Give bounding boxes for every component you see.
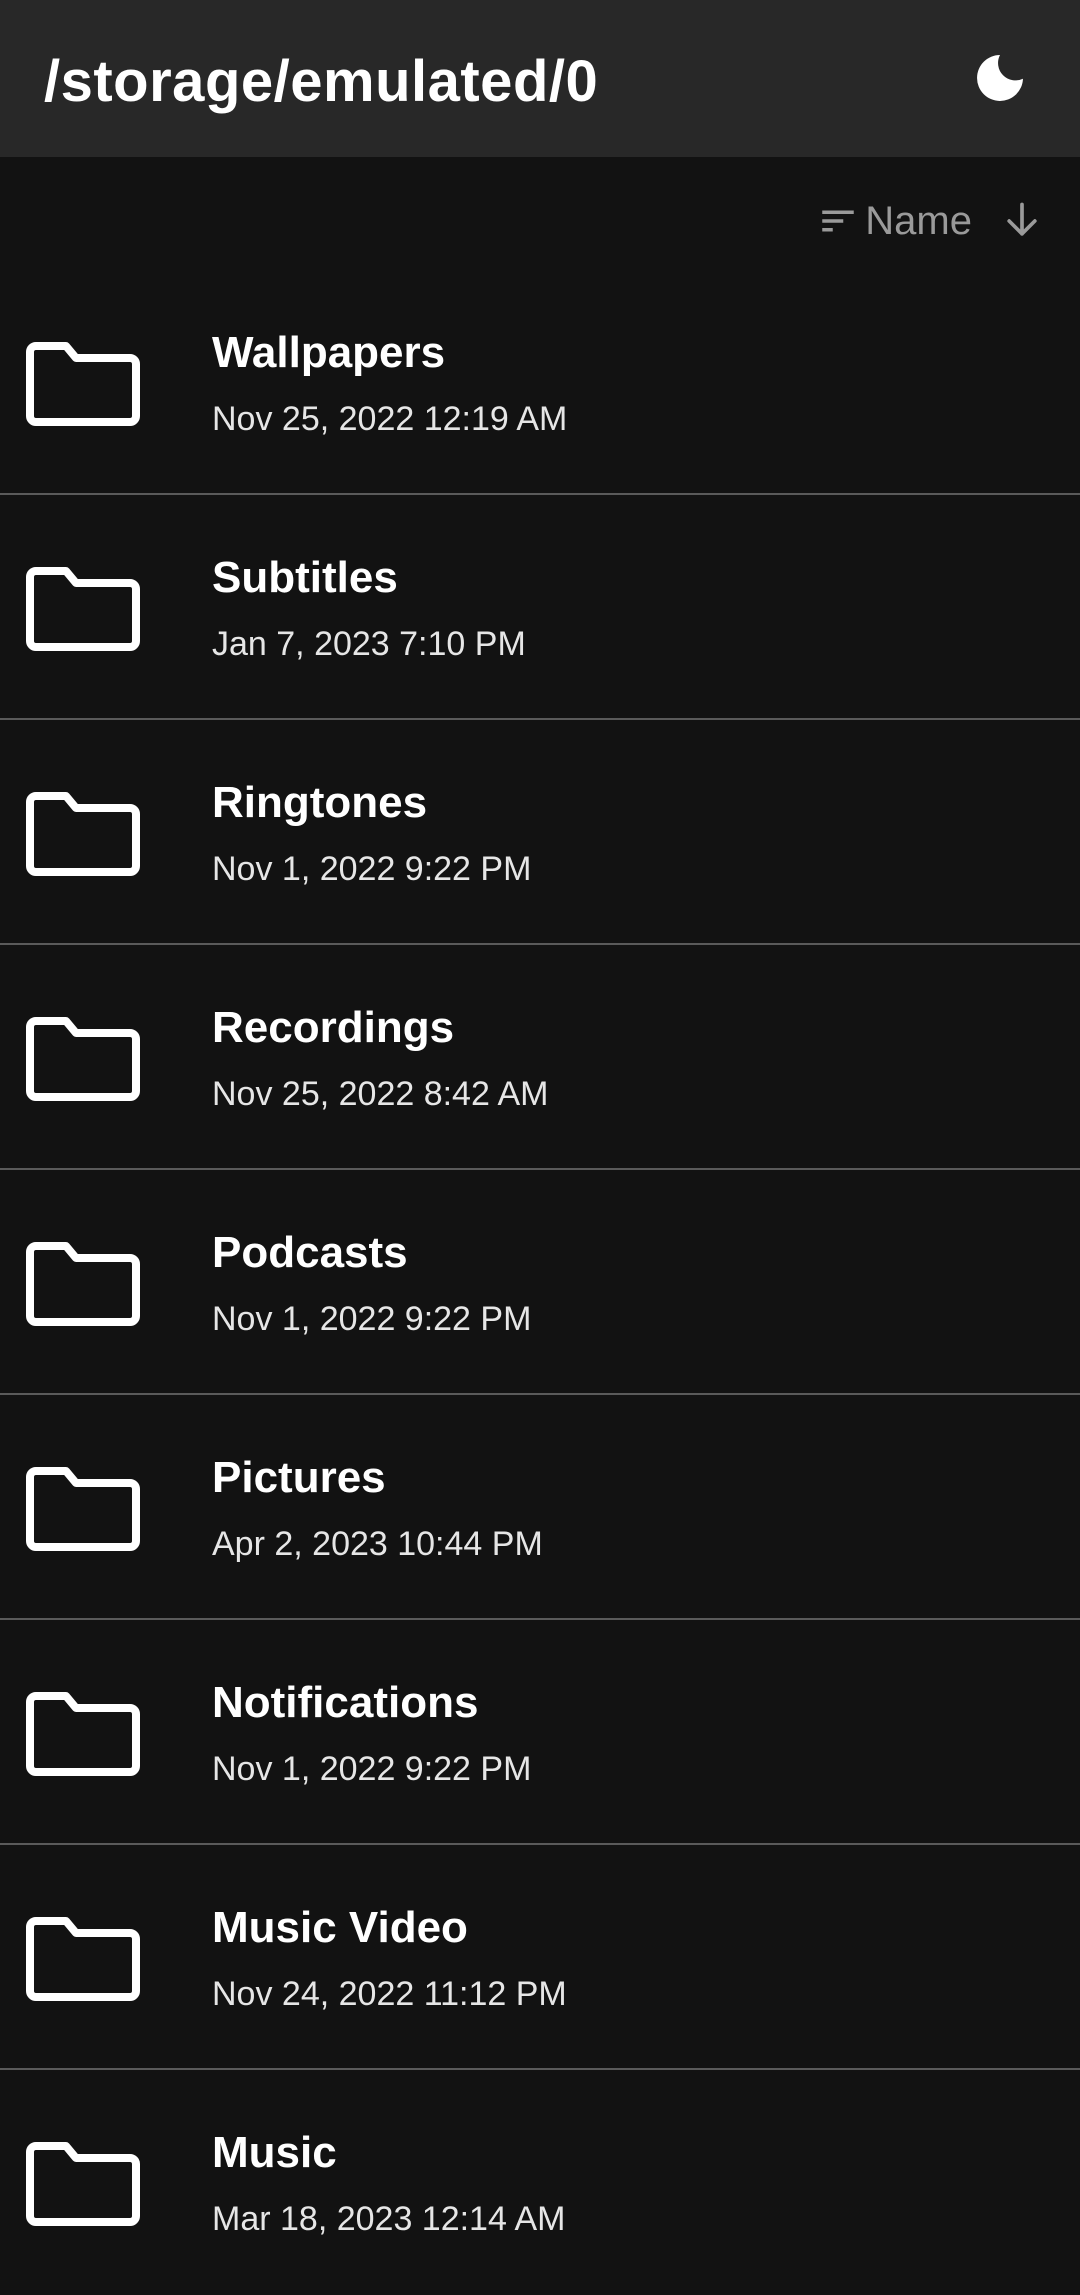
folder-icon bbox=[26, 1017, 140, 1101]
list-item[interactable]: Music Video Nov 24, 2022 11:12 PM bbox=[0, 1845, 1080, 2070]
list-item[interactable]: Music Mar 18, 2023 12:14 AM bbox=[0, 2070, 1080, 2295]
path-title: /storage/emulated/0 bbox=[44, 49, 599, 114]
app-bar: /storage/emulated/0 bbox=[0, 0, 1080, 157]
folder-icon bbox=[26, 342, 140, 426]
sort-label: Name bbox=[865, 198, 972, 243]
item-name: Music Video bbox=[212, 1903, 468, 1952]
list-item[interactable]: Notifications Nov 1, 2022 9:22 PM bbox=[0, 1620, 1080, 1845]
item-date: Nov 1, 2022 9:22 PM bbox=[212, 1750, 532, 1788]
folder-icon bbox=[26, 1692, 140, 1776]
item-date: Nov 25, 2022 8:42 AM bbox=[212, 1075, 549, 1113]
folder-icon bbox=[26, 1242, 140, 1326]
folder-icon bbox=[26, 567, 140, 651]
item-name: Ringtones bbox=[212, 778, 428, 827]
list-item[interactable]: Recordings Nov 25, 2022 8:42 AM bbox=[0, 945, 1080, 1170]
sort-icon bbox=[817, 200, 859, 242]
item-name: Podcasts bbox=[212, 1228, 408, 1277]
item-name: Pictures bbox=[212, 1453, 386, 1502]
list-item[interactable]: Pictures Apr 2, 2023 10:44 PM bbox=[0, 1395, 1080, 1620]
moon-icon bbox=[977, 55, 1023, 101]
item-name: Music bbox=[212, 2128, 337, 2177]
item-name: Subtitles bbox=[212, 553, 398, 602]
list-item[interactable]: Podcasts Nov 1, 2022 9:22 PM bbox=[0, 1170, 1080, 1395]
file-list: Wallpapers Nov 25, 2022 12:19 AM Subtitles… bbox=[0, 270, 1080, 2295]
sort-bar: Name bbox=[0, 157, 1080, 275]
item-name: Notifications bbox=[212, 1678, 479, 1727]
arrow-down-icon[interactable] bbox=[1000, 199, 1044, 243]
item-date: Jan 7, 2023 7:10 PM bbox=[212, 625, 526, 663]
item-date: Nov 1, 2022 9:22 PM bbox=[212, 850, 532, 888]
folder-icon bbox=[26, 2142, 140, 2226]
item-name: Recordings bbox=[212, 1003, 455, 1052]
item-name: Wallpapers bbox=[212, 328, 446, 377]
list-item[interactable]: Wallpapers Nov 25, 2022 12:19 AM bbox=[0, 270, 1080, 495]
item-date: Mar 18, 2023 12:14 AM bbox=[212, 2200, 566, 2238]
list-item[interactable]: Ringtones Nov 1, 2022 9:22 PM bbox=[0, 720, 1080, 945]
folder-icon bbox=[26, 792, 140, 876]
theme-toggle-button[interactable] bbox=[968, 46, 1032, 110]
folder-icon bbox=[26, 1467, 140, 1551]
folder-icon bbox=[26, 1917, 140, 2001]
item-date: Nov 24, 2022 11:12 PM bbox=[212, 1975, 567, 2013]
item-date: Nov 1, 2022 9:22 PM bbox=[212, 1300, 532, 1338]
list-item[interactable]: Subtitles Jan 7, 2023 7:10 PM bbox=[0, 495, 1080, 720]
item-date: Nov 25, 2022 12:19 AM bbox=[212, 400, 568, 438]
sort-control[interactable]: Name bbox=[817, 193, 1044, 249]
item-date: Apr 2, 2023 10:44 PM bbox=[212, 1525, 543, 1563]
